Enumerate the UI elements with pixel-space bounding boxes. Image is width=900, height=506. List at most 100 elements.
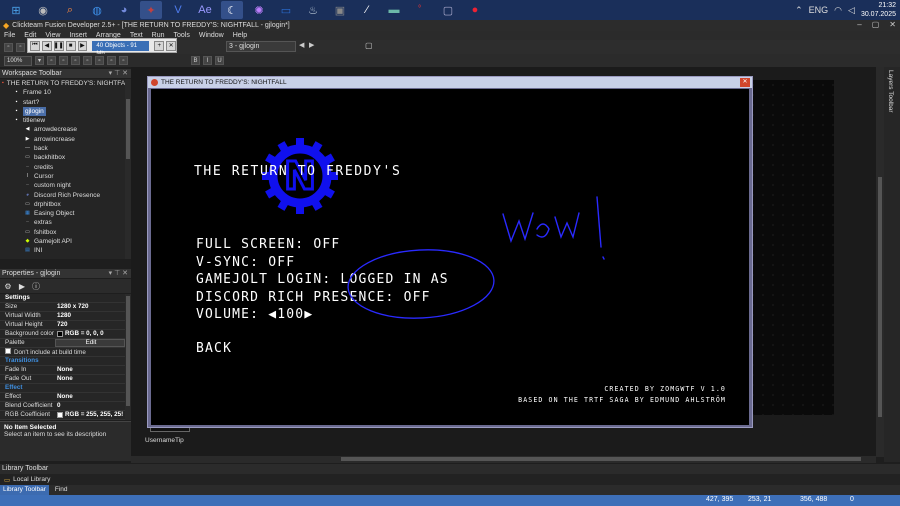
property-row[interactable]: RGB Coefficient RGB = 255, 255, 25! — [0, 411, 125, 420]
tree-item[interactable]: — back — [0, 144, 125, 153]
property-row[interactable]: Virtual Height 720 — [0, 321, 125, 330]
game-close-button[interactable]: ✕ — [740, 78, 750, 87]
about-info-icon[interactable]: ⓘ — [31, 281, 41, 291]
monitor-icon[interactable]: ▬ — [383, 1, 405, 19]
game-canvas[interactable]: N THE RETURN TO FREDDY'S FULL SCREEN: OF… — [151, 89, 749, 425]
volume-increase-arrow[interactable]: ▶ — [304, 307, 313, 322]
zoom-dropdown-icon[interactable]: ▾ — [35, 56, 44, 65]
app-window-icon[interactable]: ▢ — [437, 1, 459, 19]
property-row[interactable]: Effect None — [0, 393, 125, 402]
tree-item[interactable]: ◀ arrowdecrease — [0, 125, 125, 134]
search-app-icon[interactable]: ⌕ — [59, 1, 81, 19]
tab-library-toolbar[interactable]: Library Toolbar — [0, 485, 49, 495]
property-row[interactable]: Fade Out None — [0, 375, 125, 384]
tool-icon-1[interactable]: ▫ — [47, 56, 56, 65]
discord-presence-option[interactable]: DISCORD RICH PRESENCE: OFF — [196, 290, 431, 305]
editor-vertical-scrollbar[interactable] — [876, 67, 884, 457]
minimize-button[interactable]: – — [857, 20, 861, 29]
game-preview-window[interactable]: THE RETURN TO FREDDY'S: NIGHTFALL ✕ N TH… — [147, 76, 753, 428]
property-row[interactable]: Don't include at build time — [0, 348, 125, 357]
gamejolt-login-option[interactable]: GAMEJOLT LOGIN: LOGGED IN AS — [196, 272, 449, 287]
tree-item[interactable]: ▶ arrowincrease — [0, 135, 125, 144]
nightfall-icon[interactable]: ☾ — [221, 1, 243, 19]
tree-item[interactable]: ▤ INI — [0, 246, 125, 255]
tray-chevron-icon[interactable]: ⌃ — [795, 5, 803, 16]
browser-icon[interactable]: ◍ — [86, 1, 108, 19]
menu-window[interactable]: Window — [199, 32, 224, 39]
tree-item[interactable]: ▪ THE RETURN TO FREDDY'S: NIGHTFALL — [0, 79, 125, 88]
tree-item[interactable]: ◆ Gamejolt API — [0, 237, 125, 246]
open-file-icon[interactable]: ▫ — [16, 42, 25, 52]
tool-icon-3[interactable]: ▫ — [71, 56, 80, 65]
editor-icon[interactable]: ⁄ — [356, 1, 378, 19]
property-row[interactable]: Transitions — [0, 357, 125, 366]
folder-icon[interactable]: ▭ — [275, 1, 297, 19]
property-value[interactable]: Edit — [55, 339, 125, 347]
volume-decrease-arrow[interactable]: ◀ — [268, 307, 277, 322]
close-button[interactable]: ✕ — [889, 20, 896, 29]
tree-item[interactable]: ▭ fshitbox — [0, 228, 125, 237]
tree-item[interactable]: ▦ Easing Object — [0, 209, 125, 218]
app-icon-1[interactable]: ◉ — [32, 1, 54, 19]
discord-icon[interactable]: ◕ — [113, 1, 135, 19]
fullscreen-option[interactable]: FULL SCREEN: OFF — [196, 237, 340, 252]
volume-icon[interactable]: ◁ — [848, 5, 855, 16]
rewind-button[interactable]: ⏮ — [30, 40, 40, 51]
clock[interactable]: 21:32 30.07.2025 — [861, 1, 896, 19]
tree-item[interactable]: – extras — [0, 218, 125, 227]
tab-find[interactable]: Find — [52, 485, 71, 495]
add-button[interactable]: + — [154, 40, 165, 51]
tool-icon-4[interactable]: ▫ — [83, 56, 92, 65]
tree-item[interactable]: – credits — [0, 163, 125, 172]
property-row[interactable]: Settings — [0, 294, 125, 303]
tree-item[interactable]: ▪ titlenew — [0, 116, 125, 125]
property-row[interactable]: Fade In None — [0, 366, 125, 375]
ai-icon[interactable]: ✦ — [140, 1, 162, 19]
tool-icon-7[interactable]: ▫ — [119, 56, 128, 65]
tree-item[interactable]: ▪ start? — [0, 98, 125, 107]
vsync-option[interactable]: V-SYNC: OFF — [196, 255, 295, 270]
stop-button[interactable]: ■ — [65, 40, 76, 51]
color-swatch[interactable] — [57, 331, 63, 337]
next-frame-icon[interactable]: ▶ — [309, 41, 314, 49]
close-run-button[interactable]: ✕ — [166, 40, 177, 51]
back-button[interactable]: BACK — [196, 341, 232, 356]
tree-item[interactable]: ▪ gjlogin — [0, 106, 125, 117]
editor-horizontal-scrollbar[interactable] — [131, 456, 876, 463]
property-row[interactable]: Virtual Width 1280 — [0, 312, 125, 321]
photos-icon[interactable]: ▣ — [329, 1, 351, 19]
pause-button[interactable]: ❚❚ — [54, 40, 64, 51]
language-icon[interactable]: ENG — [809, 5, 829, 15]
underline-icon[interactable]: U — [215, 56, 224, 65]
char-icon[interactable]: ﾟ — [410, 1, 432, 19]
maximize-button[interactable]: ▢ — [872, 20, 880, 29]
color-swatch[interactable] — [57, 412, 63, 418]
step-back-button[interactable]: ◀ — [41, 40, 52, 51]
frame-selector[interactable]: 3 - gjlogin — [226, 41, 296, 52]
property-row[interactable]: Size 1280 x 720 — [0, 303, 125, 312]
tool-icon-5[interactable]: ▫ — [95, 56, 104, 65]
menu-help[interactable]: Help — [233, 32, 247, 39]
tree-item[interactable]: ▭ backhitbox — [0, 153, 125, 162]
frame-canvas[interactable] — [748, 80, 834, 415]
properties-pin-icon[interactable]: ▾ ⊤ ✕ — [109, 269, 128, 278]
runtime-options-icon[interactable]: ▶ — [17, 281, 27, 291]
prev-frame-icon[interactable]: ◀ — [299, 41, 304, 49]
property-row[interactable]: Effect — [0, 384, 125, 393]
wifi-icon[interactable]: ◠ — [834, 5, 842, 16]
tool-icon-6[interactable]: ▫ — [107, 56, 116, 65]
property-row[interactable]: Background color RGB = 0, 0, 0 — [0, 330, 125, 339]
vegas-icon[interactable]: V — [167, 1, 189, 19]
local-library-item[interactable]: Local Library — [13, 476, 50, 483]
property-row[interactable]: Palette Edit — [0, 339, 125, 348]
panel-pin-icon[interactable]: ▾ ⊤ ✕ — [109, 69, 128, 78]
zoom-select[interactable]: 100% — [4, 55, 32, 66]
bold-icon[interactable]: B — [191, 56, 200, 65]
settings-gear-icon[interactable]: ⚙ — [3, 281, 13, 291]
property-row[interactable]: Blend Coefficient 0 — [0, 402, 125, 411]
after-effects-icon[interactable]: Ae — [194, 1, 216, 19]
tool-icon-2[interactable]: ▫ — [59, 56, 68, 65]
steam-icon[interactable]: ♨ — [302, 1, 324, 19]
tree-item[interactable]: ◕ Discord Rich Presence — [0, 191, 125, 200]
chrome-icon[interactable]: ● — [464, 1, 486, 19]
